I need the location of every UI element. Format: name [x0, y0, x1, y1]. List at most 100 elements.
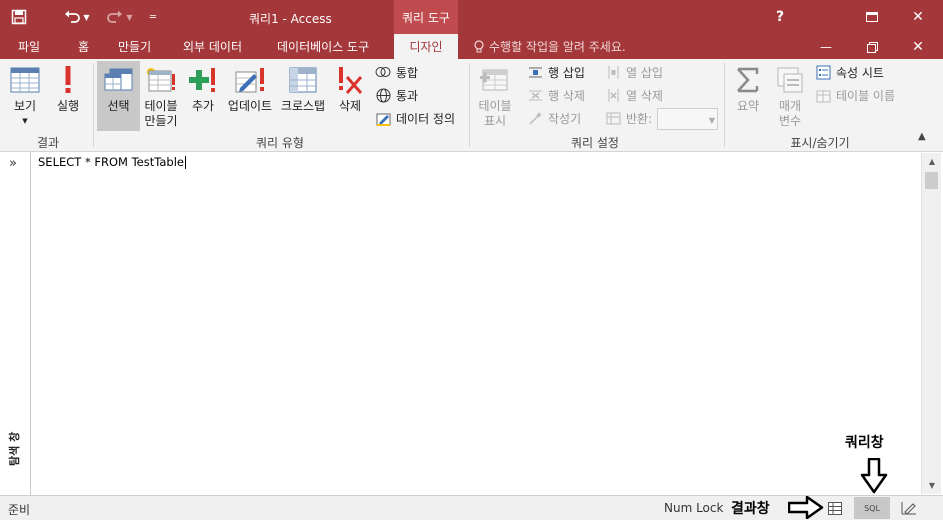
chevron-down-icon: ▼ [83, 12, 90, 22]
delete-rows-icon [527, 87, 543, 103]
tab-create-label: 만들기 [118, 40, 152, 54]
datasheet-view-button[interactable] [817, 497, 853, 519]
down-arrow-icon [860, 458, 888, 494]
group-label-query-setup: 쿼리 설정 [571, 136, 619, 150]
save-button[interactable] [0, 0, 38, 34]
tab-database-tools-label: 데이터베이스 도구 [277, 40, 370, 54]
tab-file[interactable]: 파일 [18, 34, 40, 59]
parameters-button[interactable]: 매개 변수 [769, 61, 811, 129]
tab-database-tools[interactable]: 데이터베이스 도구 [277, 34, 369, 59]
design-view-button[interactable] [891, 497, 927, 519]
table-names-button[interactable]: 테이블 이름 [815, 85, 895, 105]
chevron-down-icon: ▼ [22, 117, 28, 125]
totals-button[interactable]: 요약 [727, 61, 769, 129]
scroll-up-button[interactable]: ▲ [922, 153, 942, 170]
tab-design-label: 디자인 [409, 40, 443, 54]
update-button[interactable]: 업데이트 [224, 61, 276, 129]
chevron-up-icon: ▲ [928, 157, 936, 166]
select-query-icon [102, 63, 136, 97]
return-label-group: 반환: [605, 108, 652, 128]
update-label: 업데이트 [227, 99, 273, 113]
parameters-label-2: 변수 [778, 114, 802, 128]
insert-columns-button[interactable]: 열 삽입 [605, 62, 663, 82]
scroll-down-button[interactable]: ▼ [922, 477, 942, 494]
delete-columns-button[interactable]: 열 삭제 [605, 85, 663, 105]
parameters-label-1: 매개 [778, 99, 802, 113]
tell-me-text: 수행할 작업을 알려 주세요. [489, 40, 626, 54]
collapse-ribbon-button[interactable]: ▲ [918, 131, 926, 142]
insert-rows-label: 행 삽입 [548, 65, 585, 80]
insert-rows-icon [527, 64, 543, 80]
view-button[interactable]: 보기 ▼ [3, 61, 47, 129]
tab-design[interactable]: 디자인 [394, 34, 458, 59]
datasheet-icon [828, 501, 842, 515]
customize-qat-button[interactable]: ═ [140, 0, 166, 34]
union-button[interactable]: 통합 [375, 62, 418, 82]
query-window-annotation: 쿼리창 [845, 435, 884, 451]
group-separator [469, 63, 470, 147]
window-close-button[interactable]: ✕ [895, 0, 941, 34]
append-button[interactable]: 추가 [183, 61, 223, 129]
ribbon: 보기 ▼ 실행 결과 선택 테이블 만들기 추가 업데이트 크로스탭 삭제 통합… [0, 59, 943, 152]
ribbon-display-button[interactable] [849, 0, 895, 34]
sql-editor[interactable]: SELECT * FROM TestTable [33, 153, 921, 494]
return-label: 반환: [626, 111, 653, 126]
builder-button[interactable]: 작성기 [527, 108, 581, 128]
title-bar: ▼ ▼ ═ 쿼리1 - Access 쿼리 도구 ? ✕ [0, 0, 943, 34]
property-sheet-button[interactable]: 속성 시트 [815, 62, 884, 82]
minimize-icon: — [820, 40, 832, 54]
pass-through-button[interactable]: 통과 [375, 85, 418, 105]
builder-wand-icon [527, 110, 543, 126]
redo-icon [107, 10, 123, 23]
navigation-pane[interactable]: » 탐색 창 [0, 152, 31, 495]
show-table-label-2: 표시 [483, 114, 507, 128]
delete-columns-icon [605, 87, 621, 103]
tab-home[interactable]: 홈 [78, 34, 89, 59]
tab-external-data[interactable]: 외부 데이터 [183, 34, 242, 59]
sql-view-label: SQL [864, 503, 880, 513]
totals-label: 요약 [736, 99, 760, 113]
redo-button[interactable]: ▼ [100, 0, 140, 34]
table-names-icon [815, 87, 831, 103]
data-definition-button[interactable]: 데이터 정의 [375, 108, 455, 128]
group-label-results: 결과 [36, 136, 60, 150]
customize-icon: ═ [149, 11, 157, 23]
help-button[interactable]: ? [757, 0, 803, 34]
show-table-icon [478, 63, 512, 97]
insert-columns-icon [605, 64, 621, 80]
group-separator [724, 63, 725, 147]
close-icon: ✕ [912, 39, 924, 55]
globe-icon [375, 87, 391, 103]
restore-icon [866, 41, 878, 53]
select-query-label: 선택 [107, 99, 130, 113]
navigation-pane-label: 탐색 창 [8, 431, 21, 466]
delete-rows-button[interactable]: 행 삭제 [527, 85, 585, 105]
run-button[interactable]: 실행 [47, 61, 89, 129]
sql-text[interactable]: SELECT * FROM TestTable [38, 155, 186, 169]
select-query-button[interactable]: 선택 [97, 61, 140, 131]
delete-columns-label: 열 삭제 [626, 88, 663, 103]
crosstab-button[interactable]: 크로스탭 [277, 61, 329, 129]
pass-through-label: 통과 [396, 88, 419, 103]
scroll-thumb[interactable] [925, 172, 938, 189]
undo-button[interactable]: ▼ [54, 0, 100, 34]
tab-create[interactable]: 만들기 [118, 34, 151, 59]
return-dropdown[interactable]: ▼ [657, 108, 718, 130]
tell-me-box[interactable]: 수행할 작업을 알려 주세요. [473, 34, 626, 59]
tab-file-label: 파일 [18, 40, 41, 54]
group-label-show-hide: 표시/숨기기 [790, 136, 850, 150]
show-table-button[interactable]: 테이블 표시 [472, 61, 518, 129]
expand-navigation-button[interactable]: » [9, 156, 17, 171]
ribbon-tab-bar: 파일 홈 만들기 외부 데이터 데이터베이스 도구 디자인 수행할 작업을 알려… [0, 34, 943, 59]
insert-rows-button[interactable]: 행 삽입 [527, 62, 585, 82]
view-label: 보기 [13, 99, 37, 113]
sql-view-button[interactable]: SQL [854, 497, 890, 519]
data-definition-icon [375, 110, 391, 126]
delete-query-button[interactable]: 삭제 [330, 61, 370, 129]
data-definition-label: 데이터 정의 [396, 111, 456, 126]
chevron-down-icon: ▼ [126, 12, 133, 22]
make-table-button[interactable]: 테이블 만들기 [140, 61, 182, 129]
make-table-icon [144, 63, 178, 97]
vertical-scrollbar[interactable]: ▲ ▼ [921, 153, 941, 494]
undo-icon [65, 10, 81, 23]
